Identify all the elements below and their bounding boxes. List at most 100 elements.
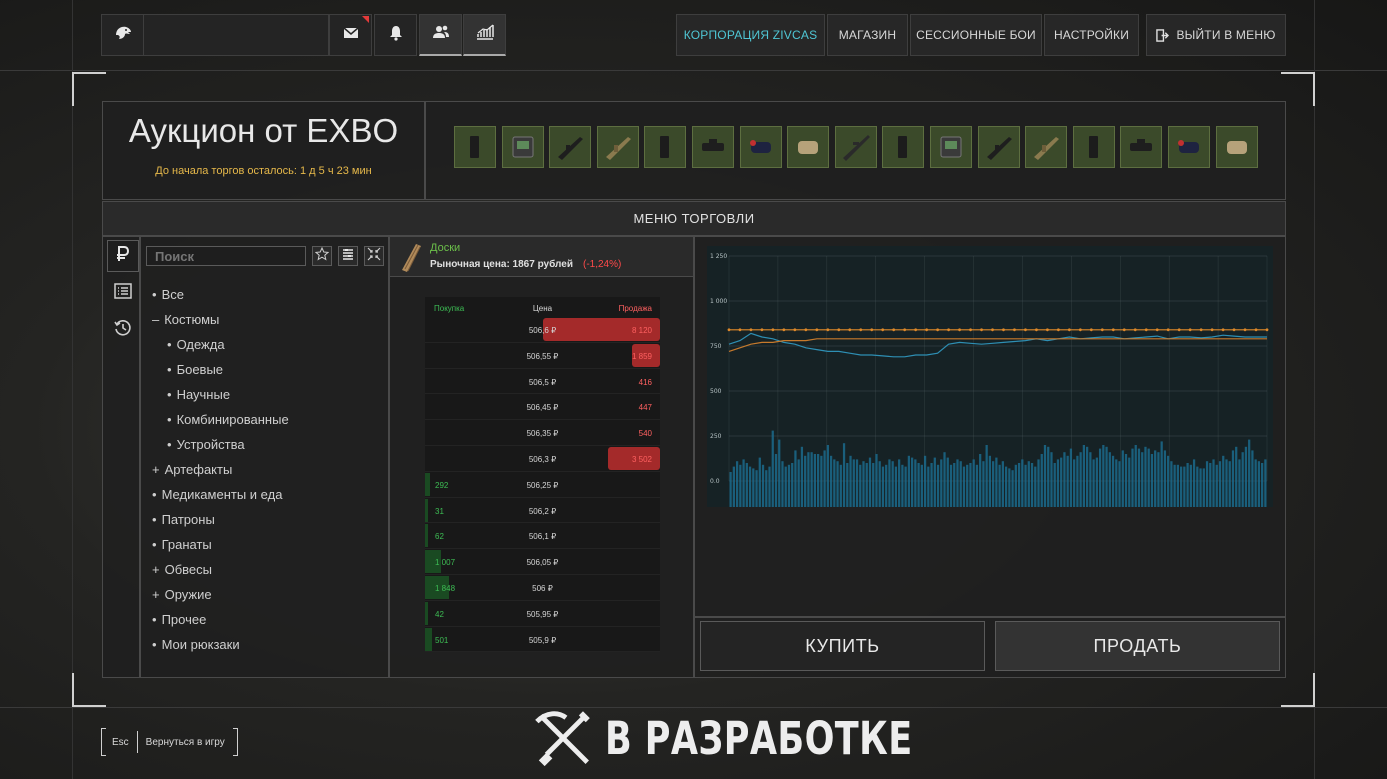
volume-bar [923, 455, 927, 507]
category-item[interactable]: + Артефакты [152, 462, 232, 482]
auction-lot-device[interactable] [930, 126, 972, 168]
back-to-game-button[interactable]: Esc Вернуться в игру [101, 728, 238, 756]
category-item[interactable]: – Костюмы [152, 312, 219, 332]
tab-market[interactable] [107, 240, 139, 272]
volume-bar [855, 459, 859, 507]
volume-bar [891, 461, 894, 507]
order-book-row[interactable]: 292 506,25 ₽ [425, 472, 660, 498]
order-book-row[interactable]: 1 859 506,55 ₽ [425, 343, 660, 369]
pouch-icon [1226, 141, 1247, 154]
volume-bar [862, 461, 865, 507]
sell-button[interactable]: ПРОДАТЬ [995, 621, 1280, 671]
bell-icon [386, 23, 406, 48]
auction-lot-magazine[interactable] [454, 126, 496, 168]
unread-indicator [362, 16, 369, 23]
category-item[interactable]: • Комбинированные [167, 412, 289, 432]
category-item[interactable]: • Устройства [167, 437, 245, 457]
category-label: Артефакты [164, 462, 233, 477]
category-item[interactable]: + Обвесы [152, 562, 212, 582]
volume-bar [820, 455, 823, 507]
notifications-button[interactable] [374, 14, 417, 56]
auction-lot-magazine[interactable] [882, 126, 925, 168]
volume-bar [804, 455, 807, 507]
category-prefix: • [152, 637, 157, 652]
category-item[interactable]: + Оружие [152, 587, 212, 607]
auction-lot-sniper-rifle[interactable] [834, 126, 877, 168]
price-point [1067, 328, 1071, 332]
category-item[interactable]: • Гранаты [152, 537, 212, 557]
auction-lot-magazine[interactable] [644, 126, 687, 168]
volume-bar [953, 463, 956, 507]
grenade-icon [749, 140, 771, 153]
y-tick-label: 500 [710, 388, 722, 395]
auction-lot-grenade[interactable] [739, 126, 782, 168]
order-book-row[interactable]: 501 505,9 ₽ [425, 627, 660, 653]
category-item[interactable]: • Мои рюкзаки [152, 637, 240, 657]
nav-settings[interactable]: Настройки [1044, 14, 1139, 56]
order-book-row[interactable]: 1 848 506 ₽ [425, 575, 660, 601]
volume-bar [761, 464, 765, 507]
volume-bar [1115, 459, 1118, 507]
category-label: Мои рюкзаки [161, 637, 240, 652]
auction-lot-rifle-camo[interactable] [596, 126, 639, 168]
auction-lot-rifle-camo[interactable] [1025, 126, 1068, 168]
order-book-row[interactable]: 416 506,5 ₽ [425, 369, 660, 395]
order-book-row[interactable]: 1 007 506,05 ₽ [425, 549, 660, 575]
volume-bar [807, 452, 810, 507]
collapse-all-button[interactable] [364, 246, 384, 266]
auction-lot-rifle[interactable] [977, 126, 1020, 168]
volume-bar [1212, 459, 1215, 507]
price-point [1155, 328, 1159, 332]
order-book-row[interactable]: 8 120 506,6 ₽ [425, 317, 660, 343]
search-input[interactable] [146, 246, 306, 266]
nav-exit-menu[interactable]: Выйти в меню [1146, 14, 1286, 56]
bottom-divider [0, 707, 1387, 708]
auction-lot-pouch[interactable] [787, 126, 830, 168]
volume-bar [998, 464, 1001, 507]
volume-bar [959, 461, 962, 507]
category-item[interactable]: • Медикаменты и еда [152, 487, 282, 507]
category-item[interactable]: • Научные [167, 387, 230, 407]
auction-lot-rifle[interactable] [549, 126, 592, 168]
auction-lot-grenade[interactable] [1168, 126, 1210, 168]
filter-icon [341, 247, 355, 266]
order-book-row[interactable]: 31 506,2 ₽ [425, 498, 660, 524]
friends-button[interactable] [419, 14, 462, 56]
volume-bar [1241, 452, 1244, 507]
buy-button[interactable]: КУПИТЬ [700, 621, 985, 671]
price-point [1002, 328, 1005, 332]
category-item[interactable]: • Боевые [167, 362, 223, 382]
favorites-filter-button[interactable] [312, 246, 332, 266]
order-price: 506,25 ₽ [526, 480, 559, 490]
order-price: 505,95 ₽ [526, 609, 559, 619]
sort-filter-button[interactable] [338, 246, 358, 266]
order-book-row[interactable]: 540 506,35 ₽ [425, 420, 660, 446]
price-point [958, 328, 961, 332]
auction-lot-scope[interactable] [1120, 126, 1163, 168]
nav-shop[interactable]: Магазин [827, 14, 908, 56]
auction-lot-pouch[interactable] [1215, 126, 1258, 168]
category-item[interactable]: • Прочее [152, 612, 206, 632]
volume-bar [901, 464, 904, 507]
category-item[interactable]: • Все [152, 287, 184, 307]
nav-session-battles[interactable]: Сессионные бои [910, 14, 1042, 56]
auction-lot-device[interactable] [501, 126, 544, 168]
auction-title-panel: Аукцион от EXBO До начала торгов осталос… [102, 101, 425, 200]
volume-bar [1141, 452, 1144, 507]
order-book-row[interactable]: 447 506,45 ₽ [425, 394, 660, 421]
price-point [1221, 328, 1225, 332]
tab-history[interactable] [107, 314, 139, 346]
category-item[interactable]: • Патроны [152, 512, 215, 532]
logo-button[interactable] [101, 14, 144, 56]
mail-button[interactable] [329, 14, 372, 56]
tab-my-lots[interactable] [107, 277, 139, 309]
auction-lot-magazine[interactable] [1072, 126, 1115, 168]
nav-corporation[interactable]: Корпорация Zivcas [676, 14, 825, 56]
category-item[interactable]: • Одежда [167, 337, 225, 357]
stats-button[interactable] [463, 14, 506, 56]
price-point [1013, 328, 1016, 332]
order-book-row[interactable]: 3 502 506,3 ₽ [425, 446, 660, 472]
auction-lot-scope[interactable] [692, 126, 734, 168]
order-book-row[interactable]: 62 506,1 ₽ [425, 523, 660, 550]
order-book-row[interactable]: 42 505,95 ₽ [425, 601, 660, 627]
